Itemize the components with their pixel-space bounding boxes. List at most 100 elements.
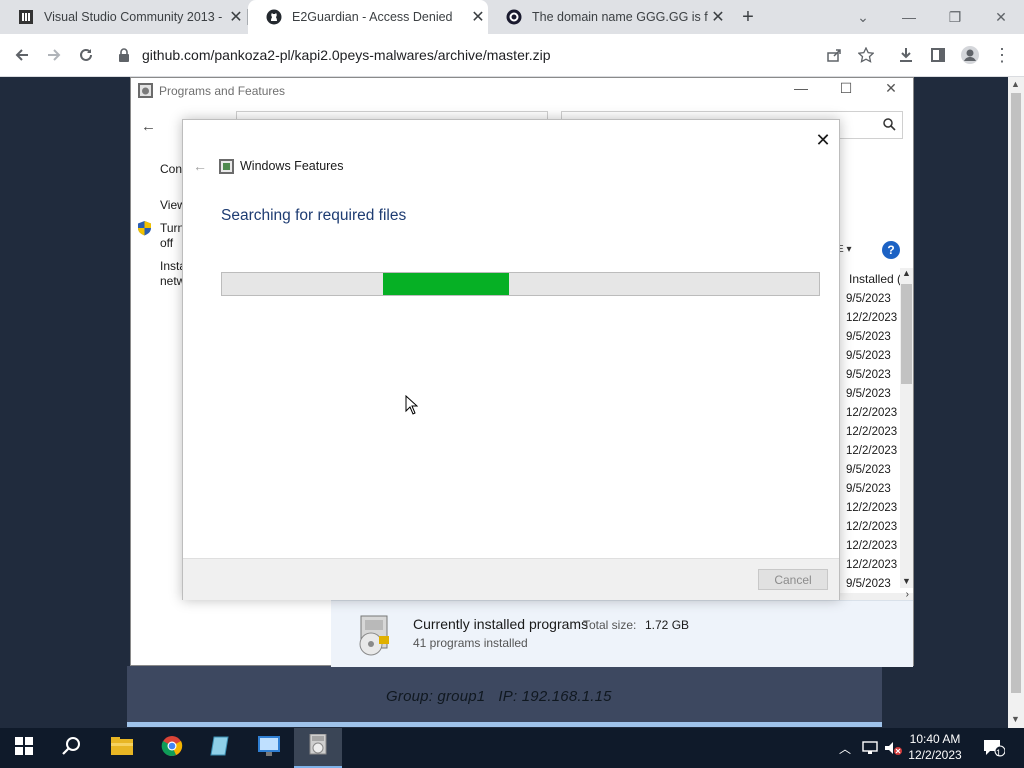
progress-bar [221, 272, 820, 296]
share-icon[interactable] [822, 43, 846, 67]
volume-muted-icon[interactable] [884, 741, 902, 758]
help-icon[interactable]: ? [882, 241, 900, 259]
page-scrollbar[interactable]: ▲ ▼ [1008, 77, 1024, 728]
installed-date-cell[interactable]: 9/5/2023 [846, 347, 902, 366]
programs-features-icon [138, 83, 153, 103]
installed-date-cell[interactable]: 9/5/2023 [846, 480, 902, 499]
vs-icon [18, 9, 34, 25]
back-button[interactable] [10, 43, 34, 67]
tab-domain[interactable]: The domain name GGG.GG is fo ✕ [488, 0, 728, 34]
installed-date-cell[interactable]: 9/5/2023 [846, 366, 902, 385]
maximize-button[interactable]: ☐ [826, 80, 866, 100]
notification-center-icon[interactable] [983, 739, 1006, 760]
chrome-icon [161, 735, 183, 762]
start-button[interactable] [0, 728, 48, 768]
search-icon [62, 736, 82, 761]
download-icon[interactable] [894, 43, 918, 67]
taskbar-clock[interactable]: 10:40 AM 12/2/2023 [905, 731, 965, 763]
cancel-button[interactable]: Cancel [758, 569, 828, 590]
installed-on-column-header[interactable]: Installed ( [849, 272, 901, 286]
restore-button[interactable]: ❐ [932, 0, 978, 34]
installed-date-cell[interactable]: 9/5/2023 [846, 290, 902, 309]
address-bar[interactable]: github.com/pankoza2-pl/kapi2.0peys-malwa… [104, 38, 884, 72]
tab-e2guardian[interactable]: E2Guardian - Access Denied ✕ [248, 0, 488, 34]
status-heading: Searching for required files [221, 207, 407, 224]
start-icon [15, 736, 33, 760]
minimize-button[interactable]: — [886, 0, 932, 34]
tab-search-chevron-icon[interactable]: ⌄ [840, 0, 886, 34]
mouse-cursor-icon [405, 394, 419, 420]
clock-time: 10:40 AM [909, 732, 961, 746]
close-button[interactable]: ✕ [871, 80, 911, 100]
installed-date-cell[interactable]: 12/2/2023 [846, 423, 902, 442]
installed-date-cell[interactable]: 12/2/2023 [846, 499, 902, 518]
url-text[interactable]: github.com/pankoza2-pl/kapi2.0peys-malwa… [142, 47, 551, 63]
total-size-label: Total size: [583, 618, 637, 632]
installed-date-cell[interactable]: 9/5/2023 [846, 385, 902, 404]
turn-features-link-line2[interactable]: off [160, 236, 173, 250]
list-scrollbar[interactable]: ▲ ▼ [900, 268, 913, 588]
list-scrollbar-thumb[interactable] [901, 284, 912, 384]
back-arrow-icon: ← [193, 158, 207, 174]
notepad-icon [210, 735, 230, 762]
currently-installed-label: Currently installed programs [413, 616, 589, 632]
browser-toolbar: github.com/pankoza2-pl/kapi2.0peys-malwa… [0, 34, 1024, 77]
reload-button[interactable] [74, 43, 98, 67]
menu-kebab-icon[interactable]: ⋮ [990, 43, 1014, 67]
close-icon[interactable]: ✕ [468, 7, 488, 27]
details-pane: Currently installed programs Total size:… [331, 600, 913, 667]
tab-title: E2Guardian - Access Denied [292, 10, 453, 24]
dialog-title: Windows Features [240, 159, 344, 173]
total-size-value: 1.72 GB [645, 618, 690, 632]
installed-date-cell[interactable]: 12/2/2023 [846, 537, 902, 556]
profile-avatar-icon[interactable] [958, 43, 982, 67]
installed-date-cell[interactable]: 9/5/2023 [846, 328, 902, 347]
side-panel-icon[interactable] [926, 43, 950, 67]
close-icon[interactable]: ✕ [708, 7, 728, 27]
programs-features-icon [308, 733, 328, 761]
close-icon[interactable]: ✕ [226, 7, 246, 27]
tab-title: Visual Studio Community 2013 - [44, 10, 223, 24]
taskbar: ︿ 10:40 AM 12/2/2023 1 [0, 728, 1024, 768]
search-button[interactable] [48, 728, 96, 768]
installed-date-cell[interactable]: 12/2/2023 [846, 309, 902, 328]
installed-date-cell[interactable]: 9/5/2023 [846, 575, 902, 594]
show-hidden-icons-chevron[interactable]: ︿ [839, 740, 851, 757]
turn-features-link[interactable]: Turn [160, 221, 184, 235]
page-scrollbar-thumb[interactable] [1011, 93, 1021, 693]
forward-button[interactable] [42, 43, 66, 67]
search-icon [883, 118, 896, 136]
github-icon [266, 9, 282, 25]
remote-info-bar: Group: group1 IP: 192.168.1.15 [127, 666, 882, 724]
installed-date-cell[interactable]: 12/2/2023 [846, 556, 902, 575]
tab-visual-studio[interactable]: Visual Studio Community 2013 - ✕ [0, 0, 246, 34]
installer-disc-icon [355, 614, 393, 663]
back-arrow-icon[interactable]: ← [141, 118, 156, 135]
taskbar-file-explorer[interactable] [98, 728, 146, 768]
installed-date-cell[interactable]: 12/2/2023 [846, 404, 902, 423]
progress-bar-fill [383, 273, 509, 295]
network-icon[interactable] [862, 741, 878, 758]
taskbar-programs-features[interactable] [294, 728, 342, 768]
tab-title: The domain name GGG.GG is fo [532, 10, 708, 24]
lock-icon[interactable] [118, 48, 130, 67]
windows-features-icon [219, 159, 234, 179]
remote-bottom-strip [127, 722, 882, 727]
control-panel-home-link[interactable]: Con [160, 162, 182, 176]
taskbar-control-panel[interactable] [245, 728, 293, 768]
domain-icon [506, 9, 522, 25]
new-tab-button[interactable]: + [736, 6, 760, 28]
clock-date: 12/2/2023 [908, 748, 962, 762]
shield-icon [137, 220, 152, 241]
installed-date-cell[interactable]: 9/5/2023 [846, 461, 902, 480]
taskbar-notepad[interactable] [196, 728, 244, 768]
bookmark-star-icon[interactable] [854, 43, 878, 67]
minimize-button[interactable]: — [781, 80, 821, 100]
taskbar-chrome[interactable] [148, 728, 196, 768]
windows-features-dialog: ✕ ← Windows Features Searching for requi… [182, 119, 840, 600]
close-button[interactable]: ✕ [811, 128, 835, 152]
installed-date-cell[interactable]: 12/2/2023 [846, 442, 902, 461]
installed-date-cell[interactable]: 12/2/2023 [846, 518, 902, 537]
browser-tab-strip: Visual Studio Community 2013 - ✕ E2Guard… [0, 0, 1024, 34]
close-window-button[interactable]: ✕ [978, 0, 1024, 34]
